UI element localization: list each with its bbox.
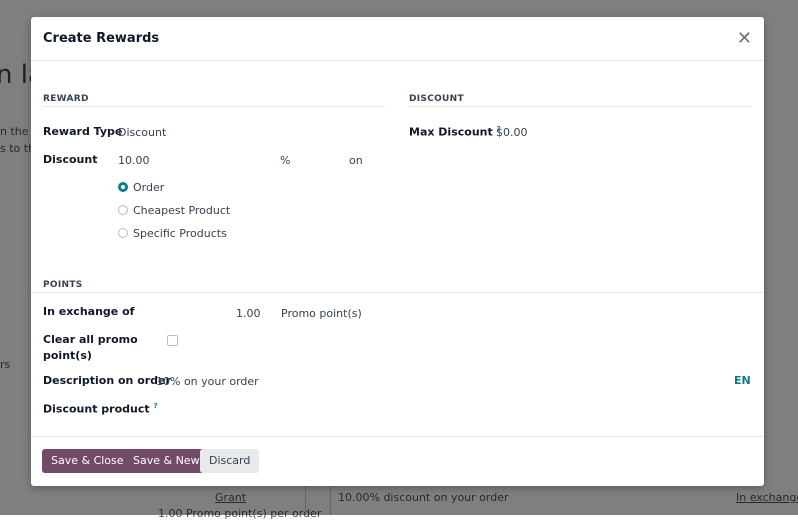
divider xyxy=(31,436,764,437)
apply-option-order[interactable]: Order xyxy=(118,181,164,194)
create-rewards-dialog: Create Rewards ✕ REWARD DISCOUNT Reward … xyxy=(31,17,764,486)
reward-section-title: REWARD xyxy=(43,94,89,104)
description-input[interactable]: 10% on your order xyxy=(156,375,259,388)
discount-section-title: DISCOUNT xyxy=(409,94,464,104)
apply-option-cheapest[interactable]: Cheapest Product xyxy=(118,204,230,217)
discount-input[interactable]: 10.00 xyxy=(118,154,268,167)
option-label: Order xyxy=(133,181,165,194)
dialog-title: Create Rewards xyxy=(43,31,160,46)
option-label: Specific Products xyxy=(133,227,227,240)
max-discount-label: Max Discount ? xyxy=(409,125,501,139)
help-icon[interactable]: ? xyxy=(153,402,157,410)
max-discount-input[interactable]: $0.00 xyxy=(496,126,528,139)
discount-label: Discount xyxy=(43,153,98,166)
max-discount-label-text: Max Discount xyxy=(409,125,493,139)
points-section-title: POINTS xyxy=(43,280,83,290)
radio-icon[interactable] xyxy=(118,228,128,238)
save-close-button[interactable]: Save & Close xyxy=(42,449,133,473)
on-label: on xyxy=(349,154,363,167)
discount-unit-select[interactable]: % xyxy=(280,154,290,167)
reward-type-label: Reward Type xyxy=(43,125,123,138)
dialog-header: Create Rewards ✕ xyxy=(31,17,764,61)
exchange-input[interactable]: 1.00 xyxy=(236,307,261,320)
exchange-unit: Promo point(s) xyxy=(281,307,362,320)
option-label: Cheapest Product xyxy=(133,204,231,217)
divider xyxy=(43,106,385,107)
radio-selected-icon[interactable] xyxy=(118,182,128,192)
discount-product-label-text: Discount product xyxy=(43,402,150,416)
language-button[interactable]: EN xyxy=(734,374,751,387)
clear-points-label-2: point(s) xyxy=(43,349,92,362)
description-label: Description on order xyxy=(43,374,171,387)
discard-button[interactable]: Discard xyxy=(200,449,260,473)
radio-icon[interactable] xyxy=(118,205,128,215)
discount-product-label: Discount product ? xyxy=(43,402,158,416)
apply-option-specific[interactable]: Specific Products xyxy=(118,227,227,240)
close-icon[interactable]: ✕ xyxy=(737,28,752,49)
exchange-label: In exchange of xyxy=(43,305,135,318)
clear-points-checkbox[interactable] xyxy=(167,335,178,346)
divider xyxy=(31,292,764,293)
save-new-button[interactable]: Save & New xyxy=(124,449,209,473)
reward-type-select[interactable]: Discount xyxy=(118,126,166,139)
divider xyxy=(409,106,751,107)
clear-points-label: Clear all promo xyxy=(43,333,138,346)
